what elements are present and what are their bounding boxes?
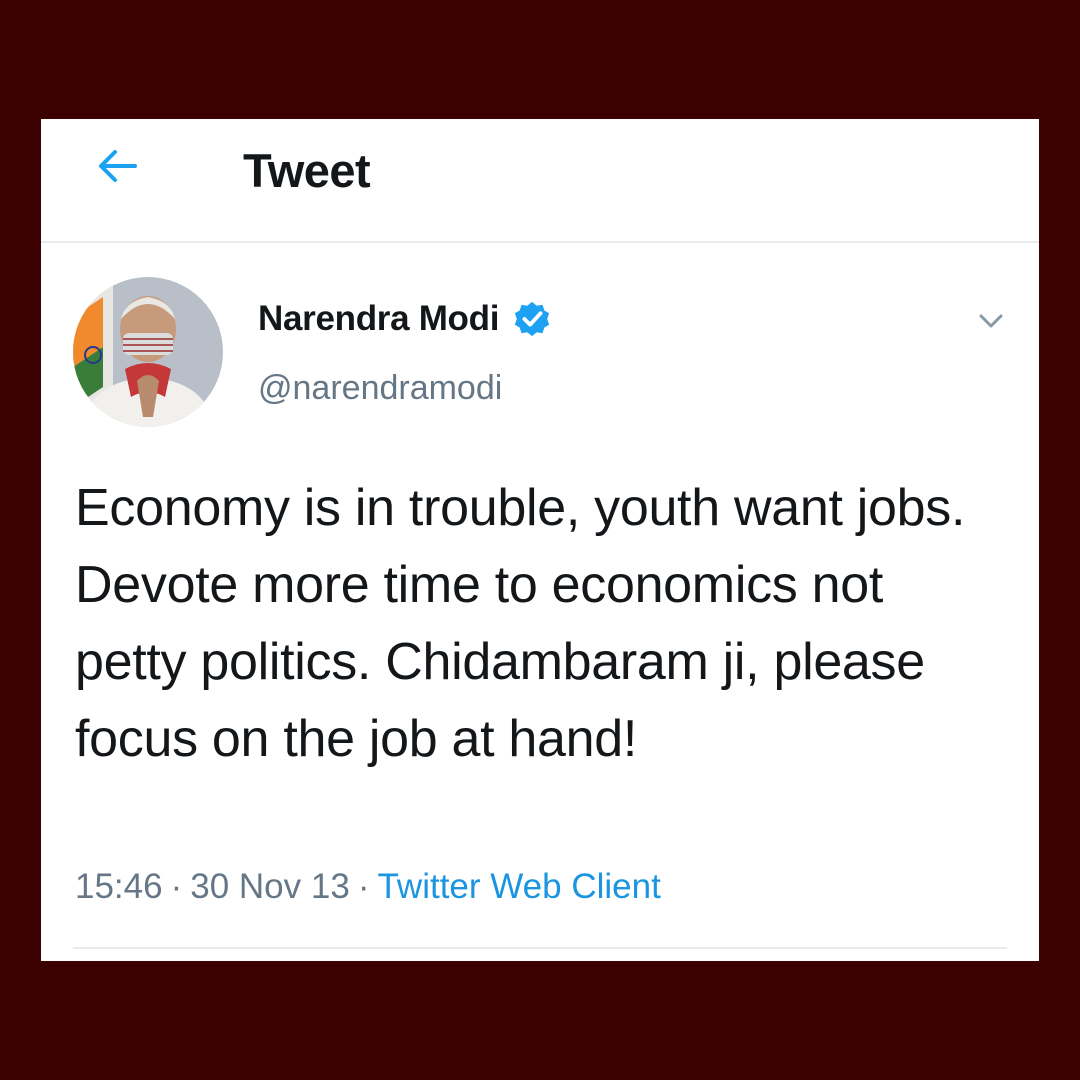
author-name-text: Narendra Modi: [258, 299, 500, 338]
tweet-source-link[interactable]: Twitter Web Client: [377, 867, 660, 906]
arrow-left-icon[interactable]: [93, 141, 143, 191]
tweet-date: 30 Nov 13: [190, 867, 350, 906]
top-bar: Tweet: [41, 119, 1039, 243]
tweet-metadata: 15:46 · 30 Nov 13 · Twitter Web Client: [75, 867, 661, 907]
chevron-down-icon[interactable]: [973, 303, 1009, 339]
tweet-text: Economy is in trouble, youth want jobs. …: [75, 479, 966, 768]
avatar[interactable]: [73, 277, 223, 427]
tweet-time: 15:46: [75, 867, 163, 906]
divider: [73, 947, 1007, 949]
separator: ·: [357, 867, 370, 906]
author-name[interactable]: Narendra Modi: [258, 299, 551, 339]
page-title: Tweet: [243, 144, 371, 197]
author-handle[interactable]: @narendramodi: [258, 369, 502, 408]
tweet-screenshot-card: Tweet Narendra Modi @narendramodi Econom…: [41, 119, 1039, 961]
separator: ·: [170, 867, 183, 906]
verified-badge-icon: [515, 301, 550, 337]
avatar-image: [73, 277, 223, 427]
